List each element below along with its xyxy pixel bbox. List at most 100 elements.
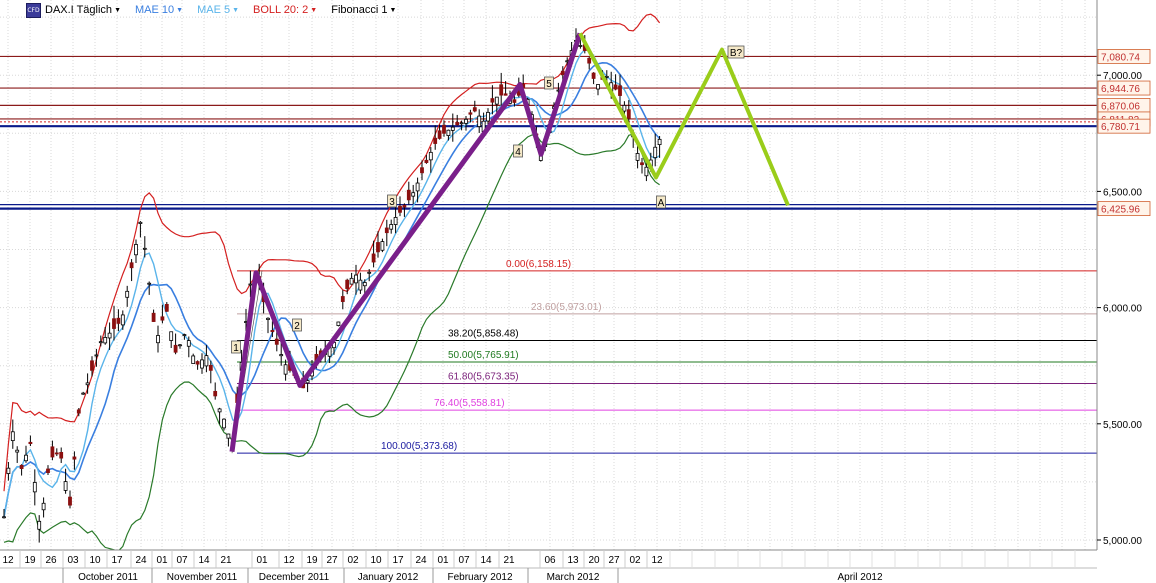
candle-body: [587, 57, 592, 64]
candle-body: [72, 456, 77, 460]
day-tick-label: 07: [176, 555, 188, 566]
candle-body: [499, 84, 504, 96]
candle-body: [406, 189, 411, 201]
mae10-indicator[interactable]: MAE 10 ▼: [135, 4, 183, 16]
day-tick-label: 01: [256, 555, 268, 566]
candle-body: [402, 204, 407, 208]
mae5-indicator[interactable]: MAE 5 ▼: [197, 4, 239, 16]
price-level-tag-text: 6,780.71: [1101, 122, 1140, 133]
candle-body: [156, 335, 160, 344]
candle-body: [112, 318, 116, 329]
candle-body: [266, 317, 270, 320]
candle-body: [208, 364, 213, 371]
candle-body: [494, 96, 499, 105]
month-label: October 2011: [78, 572, 138, 583]
candle-body: [279, 354, 284, 357]
chevron-down-icon: ▼: [389, 6, 397, 14]
candle-body: [468, 112, 473, 115]
candle-body: [125, 290, 130, 298]
candle-body: [455, 122, 460, 126]
candle-body: [200, 359, 204, 369]
day-tick-label: 10: [89, 555, 101, 566]
wave-label-3: 3: [387, 194, 397, 208]
price-axis: 5,000.00 5,500.00 6,000.00 6,500.00 7,000.00…: [1096, 0, 1156, 583]
symbol-selector[interactable]: DAX.I Täglich ▼: [45, 4, 121, 16]
candle-body: [604, 75, 609, 78]
candle-body: [305, 380, 310, 384]
wave-label-text: 4: [515, 147, 521, 158]
candle-body: [116, 317, 121, 324]
candle-body: [345, 279, 350, 289]
mae10-line: [3, 61, 661, 517]
month-label: November 2011: [167, 572, 238, 583]
candle-body: [28, 441, 33, 445]
mae5-label: MAE 5: [197, 4, 231, 16]
day-tick-label: 12: [2, 555, 14, 566]
candle-body: [107, 332, 112, 339]
wave-label-5: 5: [544, 76, 554, 90]
day-tick-label: 01: [437, 555, 449, 566]
candle-body: [134, 244, 138, 256]
fib-level-label: 0.00(6,158.15): [506, 259, 571, 270]
wave-label-text: A: [658, 198, 665, 209]
wave-label-text: 5: [546, 79, 552, 90]
candle-body: [222, 418, 226, 429]
cfd-chart-icon[interactable]: CFD: [26, 2, 41, 18]
candle-body: [274, 338, 279, 345]
candle-body: [442, 124, 446, 134]
candle-body: [2, 516, 6, 519]
wave-label-1: 1: [231, 340, 241, 354]
date-axis: 12 19 26 03 10 17 24 01 07 14 21 01 12 19 27 02 10 17 24 01…: [0, 549, 1156, 583]
candle-body: [437, 130, 442, 139]
candle-body: [151, 312, 156, 322]
price-level-tag-text: 6,944.76: [1101, 84, 1140, 95]
candle-body: [415, 182, 420, 192]
chevron-down-icon: ▼: [232, 6, 240, 14]
candle-body: [622, 105, 627, 112]
boll-indicator[interactable]: BOLL 20: 2 ▼: [253, 4, 317, 16]
candle-body: [446, 129, 451, 136]
price-level-tag: 6,944.76: [1097, 80, 1151, 96]
candle-body: [68, 496, 72, 506]
day-tick-label: 10: [370, 555, 382, 566]
candle-body: [178, 344, 182, 347]
fib-level-label: 61.80(5,673.35): [448, 372, 519, 383]
candle-body: [63, 481, 68, 491]
price-tick-label: 7,000.00: [1103, 71, 1142, 82]
day-tick-label: 02: [629, 555, 641, 566]
elliott-wave-lines: [229, 32, 790, 453]
month-label: April 2012: [837, 572, 882, 583]
candle-body: [635, 153, 640, 161]
candle-body: [6, 467, 11, 474]
day-tick-label: 24: [415, 555, 427, 566]
candle-body: [578, 45, 583, 47]
candle-body: [644, 166, 649, 177]
fibonacci-tool[interactable]: Fibonacci 1 ▼: [331, 4, 396, 16]
candle-body: [371, 253, 376, 263]
candle-body: [76, 409, 81, 414]
price-level-tag: 6,425.96: [1097, 201, 1151, 217]
month-label: January 2012: [358, 572, 419, 583]
candle-body: [164, 304, 169, 312]
candle-body: [393, 217, 398, 225]
candle-body: [94, 354, 99, 357]
day-tick-label: 26: [45, 555, 57, 566]
day-tick-label: 27: [326, 555, 338, 566]
boll-label: BOLL 20: 2: [253, 4, 309, 16]
candle-body: [186, 340, 191, 347]
candle-body: [226, 433, 231, 439]
candle-body: [138, 221, 143, 224]
candle-body: [85, 382, 90, 386]
price-tick-label: 5,000.00: [1103, 536, 1142, 547]
candle-body: [182, 334, 187, 336]
candle-body: [98, 341, 103, 344]
day-tick-label: 20: [588, 555, 600, 566]
candle-body: [19, 464, 24, 470]
candle-body: [340, 296, 345, 302]
candle-body: [424, 159, 429, 163]
candle-body: [160, 316, 165, 321]
day-tick-label: 06: [544, 555, 556, 566]
candle-body: [398, 205, 402, 213]
wave-label-text: B?: [730, 48, 743, 59]
price-chart[interactable]: 0.00(6,158.15) 23.60(5,973.01) 38.20(5,858…: [0, 0, 1156, 583]
